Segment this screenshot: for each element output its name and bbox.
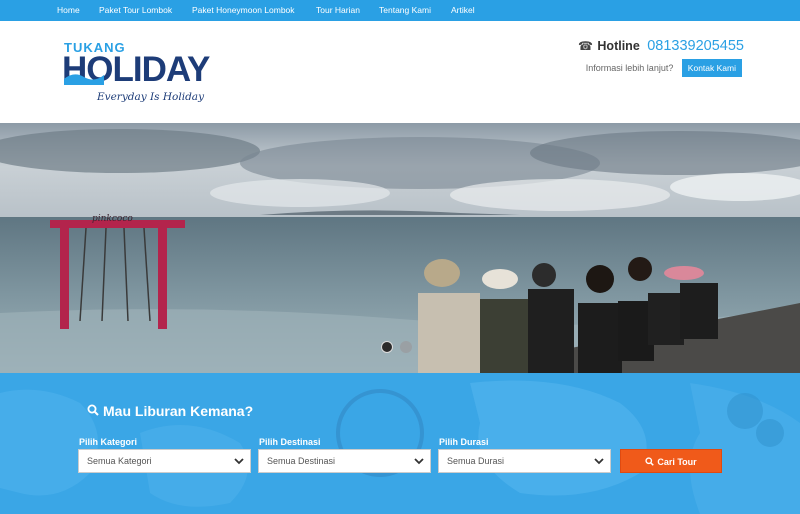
nav-tentang-kami[interactable]: Tentang Kami <box>379 5 431 15</box>
destination-select[interactable]: Semua Destinasi <box>258 449 431 473</box>
nav-tour-harian[interactable]: Tour Harian <box>316 5 360 15</box>
contact-button[interactable]: Kontak Kami <box>681 59 742 77</box>
logo-wave-icon <box>64 74 104 85</box>
swing-sign-text: pinkcoco <box>92 214 133 224</box>
site-logo[interactable]: TUKANG HOLIDAY Everyday Is Holiday <box>62 37 237 109</box>
category-select[interactable]: Semua Kategori <box>78 449 251 473</box>
search-tour-button-label: Cari Tour <box>657 457 697 467</box>
slide-dot-2[interactable] <box>400 341 412 353</box>
contact-info: Informasi lebih lanjut? Kontak Kami <box>586 59 742 77</box>
search-icon <box>87 403 99 419</box>
hero-image: pinkcoco <box>0 123 800 373</box>
search-tour-button[interactable]: Cari Tour <box>620 449 722 473</box>
hotline: ☎ Hotline 081339205455 <box>578 37 744 55</box>
search-title: Mau Liburan Kemana? <box>87 403 253 419</box>
nav-paket-tour-lombok[interactable]: Paket Tour Lombok <box>99 5 172 15</box>
logo-tagline: Everyday Is Holiday <box>97 91 204 103</box>
duration-label: Pilih Durasi <box>439 437 489 447</box>
slide-dot-1[interactable] <box>381 341 393 353</box>
site-header: TUKANG HOLIDAY Everyday Is Holiday ☎ Hot… <box>0 21 800 123</box>
chevron-down-icon <box>594 458 604 465</box>
search-title-text: Mau Liburan Kemana? <box>103 403 254 419</box>
duration-select[interactable]: Semua Durasi <box>438 449 611 473</box>
duration-select-value: Semua Durasi <box>447 456 505 466</box>
hero-slider: pinkcoco <box>0 123 800 373</box>
search-section: Mau Liburan Kemana? Pilih Kategori Semua… <box>0 373 800 514</box>
category-select-value: Semua Kategori <box>87 456 152 466</box>
destination-label: Pilih Destinasi <box>259 437 321 447</box>
slider-pagination <box>381 340 419 358</box>
top-navigation: Home Paket Tour Lombok Paket Honeymoon L… <box>0 0 800 21</box>
nav-paket-honeymoon-lombok[interactable]: Paket Honeymoon Lombok <box>192 5 295 15</box>
category-label: Pilih Kategori <box>79 437 138 447</box>
phone-icon: ☎ <box>578 38 593 53</box>
nav-home[interactable]: Home <box>57 5 80 15</box>
chevron-down-icon <box>234 458 244 465</box>
search-icon <box>645 457 655 466</box>
info-text: Informasi lebih lanjut? <box>585 63 674 73</box>
nav-artikel[interactable]: Artikel <box>451 5 475 15</box>
hotline-number[interactable]: 081339205455 <box>647 38 744 54</box>
destination-select-value: Semua Destinasi <box>267 456 336 466</box>
chevron-down-icon <box>414 458 424 465</box>
hotline-label: Hotline <box>597 38 640 53</box>
